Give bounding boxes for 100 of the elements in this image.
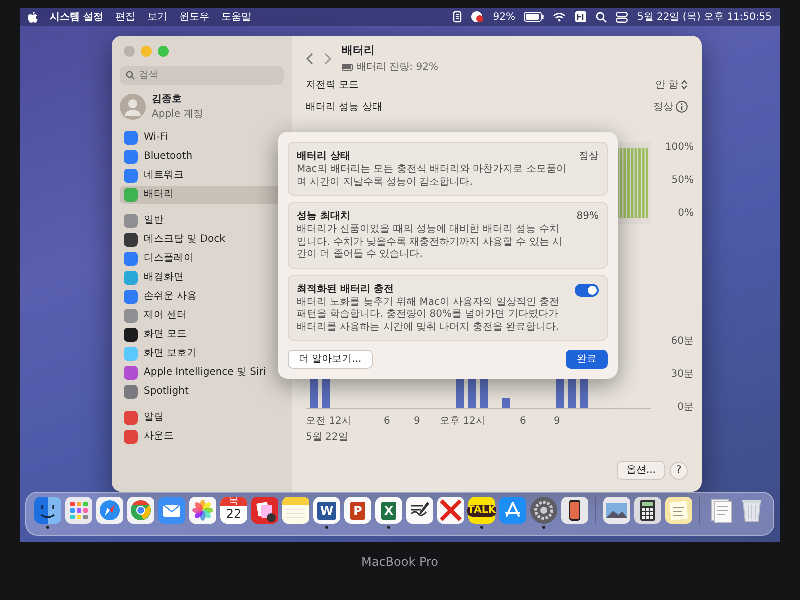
menu-clock[interactable]: 5월 22일 (목) 오후 11:50:55 (637, 10, 772, 24)
sidebar-item[interactable]: 배경화면 (120, 269, 284, 287)
time-label: 오전 12시 (306, 415, 352, 429)
learn-more-button[interactable]: 더 알아보기... (288, 350, 373, 368)
sidebar-item[interactable]: 화면 모드 (120, 326, 284, 344)
status-value: 정상 (579, 150, 599, 164)
axis-label: 30분 (671, 368, 694, 382)
landscape-photo-icon[interactable] (604, 497, 630, 524)
sidebar-item[interactable]: Bluetooth (120, 148, 284, 166)
axis-label: 50% (672, 174, 694, 188)
cross-mark-icon[interactable] (438, 497, 464, 524)
flower-icon[interactable] (190, 497, 216, 524)
account-subtitle: Apple 계정 (152, 108, 204, 122)
battery-icon (342, 64, 354, 71)
tile-icon (124, 150, 138, 164)
sidebar-item[interactable]: 데스크탑 및 Dock (120, 231, 284, 249)
battery-percent-text: 92% (493, 10, 516, 24)
tile-icon (124, 131, 138, 145)
setting-label: 배터리 성능 상태 (306, 100, 382, 114)
app-letter: W (317, 502, 337, 520)
section-title: 성능 최대치 (297, 210, 352, 224)
bubble-label: TALK (467, 504, 497, 516)
menu-item[interactable]: 윈도우 (179, 10, 210, 24)
tile-icon (124, 366, 138, 380)
window-title: 배터리 (342, 43, 376, 60)
sidebar-item[interactable]: 일반 (120, 212, 284, 230)
wifi-icon[interactable] (553, 12, 566, 22)
tile-icon (124, 233, 138, 247)
sidebar-item[interactable]: 네트워크 (120, 167, 284, 185)
tile-icon (124, 188, 138, 202)
date-label: 5월 22일 (306, 431, 348, 445)
sidebar-item[interactable]: 제어 센터 (120, 307, 284, 325)
sidebar-item[interactable]: Spotlight (120, 383, 284, 401)
time-label: 9 (414, 415, 420, 429)
account-name[interactable]: 김종호 (152, 92, 204, 107)
input-source-icon[interactable] (575, 11, 588, 23)
axis-label: 100% (665, 141, 694, 155)
document-app-icon[interactable]: P (344, 497, 372, 524)
section-description: 배터리 노화를 늦추기 위해 Mac이 사용자의 일상적인 충전 패턴을 학습합니다. 충전량이 80%를 넘어가면 기다렸다가 배터리를 사용하는 시간에 맞춰 나머지 충전을 완료합니다. (297, 296, 561, 334)
phone-icon[interactable] (562, 497, 588, 524)
updown-arrows-icon[interactable] (681, 80, 688, 90)
calendar-day: 22 (226, 506, 242, 522)
app-letter: X (381, 502, 397, 520)
axis-label: 0분 (678, 401, 694, 415)
document-app-icon[interactable]: X (376, 497, 402, 524)
tile-icon (124, 309, 138, 323)
axis-label: 60분 (671, 335, 694, 349)
compass-icon[interactable] (96, 497, 124, 524)
tile-icon (124, 347, 138, 361)
sidebar-item[interactable]: 디스플레이 (120, 250, 284, 268)
axis-label: 0% (678, 207, 694, 221)
setting-label: 저전력 모드 (306, 78, 360, 92)
info-icon[interactable] (676, 101, 688, 113)
photo-stack-icon[interactable] (252, 497, 278, 524)
time-label: 오후 12시 (440, 415, 486, 429)
smiling-face-icon[interactable] (34, 497, 62, 524)
menu-item[interactable]: 편집 (115, 10, 136, 24)
battery-icon[interactable] (524, 12, 544, 22)
record-icon[interactable] (471, 11, 484, 23)
envelope-icon[interactable] (158, 497, 186, 524)
menu-item[interactable]: 도움말 (221, 10, 252, 24)
calculator-icon[interactable] (634, 497, 662, 524)
tile-icon (124, 328, 138, 342)
tile-icon (124, 271, 138, 285)
menu-item[interactable]: 보기 (147, 10, 168, 24)
time-label: 6 (520, 415, 526, 429)
document-app-icon[interactable]: W (314, 497, 340, 524)
sidebar-item[interactable]: 화면 보호기 (120, 345, 284, 363)
toggle-switch[interactable] (575, 284, 599, 296)
back-chevron-icon[interactable] (306, 53, 314, 65)
gear-icon[interactable] (530, 497, 558, 524)
sidebar-item[interactable]: 손쉬운 사용 (120, 288, 284, 306)
stroke-a-icon[interactable] (500, 497, 526, 524)
tile-icon (124, 169, 138, 183)
apple-logo-icon[interactable] (28, 12, 38, 22)
done-button[interactable]: 완료 (566, 350, 608, 368)
app-letter: P (350, 502, 366, 520)
tile-icon (124, 430, 138, 444)
search-icon[interactable] (596, 12, 608, 22)
setting-value[interactable]: 안 함 (655, 78, 678, 92)
menu-item[interactable]: 시스템 설정 (50, 10, 104, 24)
squiggle-icon[interactable] (406, 497, 434, 524)
control-center-icon[interactable] (616, 12, 628, 22)
section-title: 최적화된 배터리 충전 (297, 282, 395, 296)
device-label: MacBook Pro (361, 555, 439, 569)
sidebar-item[interactable]: Apple Intelligence 및 Siri (120, 364, 284, 382)
sidebar-item[interactable]: 알림 (120, 409, 284, 427)
chat-app-icon[interactable]: TALK (468, 497, 496, 524)
sidebar-item[interactable]: Wi-Fi (120, 129, 284, 147)
setting-value: 정상 (654, 100, 674, 114)
section-title: 배터리 상태 (297, 150, 352, 164)
search-field[interactable]: 검색 (120, 66, 284, 85)
section-description: Mac의 배터리는 모든 충전식 배터리와 마찬가지로 소모품이며 시간이 지날수록 성능이 감소합니다. (297, 164, 568, 189)
memo-pad-icon[interactable] (666, 497, 692, 524)
calendar-icon[interactable]: 목 22 (220, 497, 248, 524)
chip-icon[interactable] (453, 11, 462, 23)
section-description: 배터리가 신품이었을 때의 성능에 대비한 배터리 성능 수치입니다. 수치가 낮을수록 재충전하기까지 사용할 수 있는 시간이 더 줄어들 수 있습니다. (297, 224, 564, 262)
sidebar-item[interactable]: 사운드 (120, 428, 284, 446)
help-button[interactable]: ? (670, 462, 688, 480)
options-button[interactable]: 옵션... (617, 461, 665, 480)
